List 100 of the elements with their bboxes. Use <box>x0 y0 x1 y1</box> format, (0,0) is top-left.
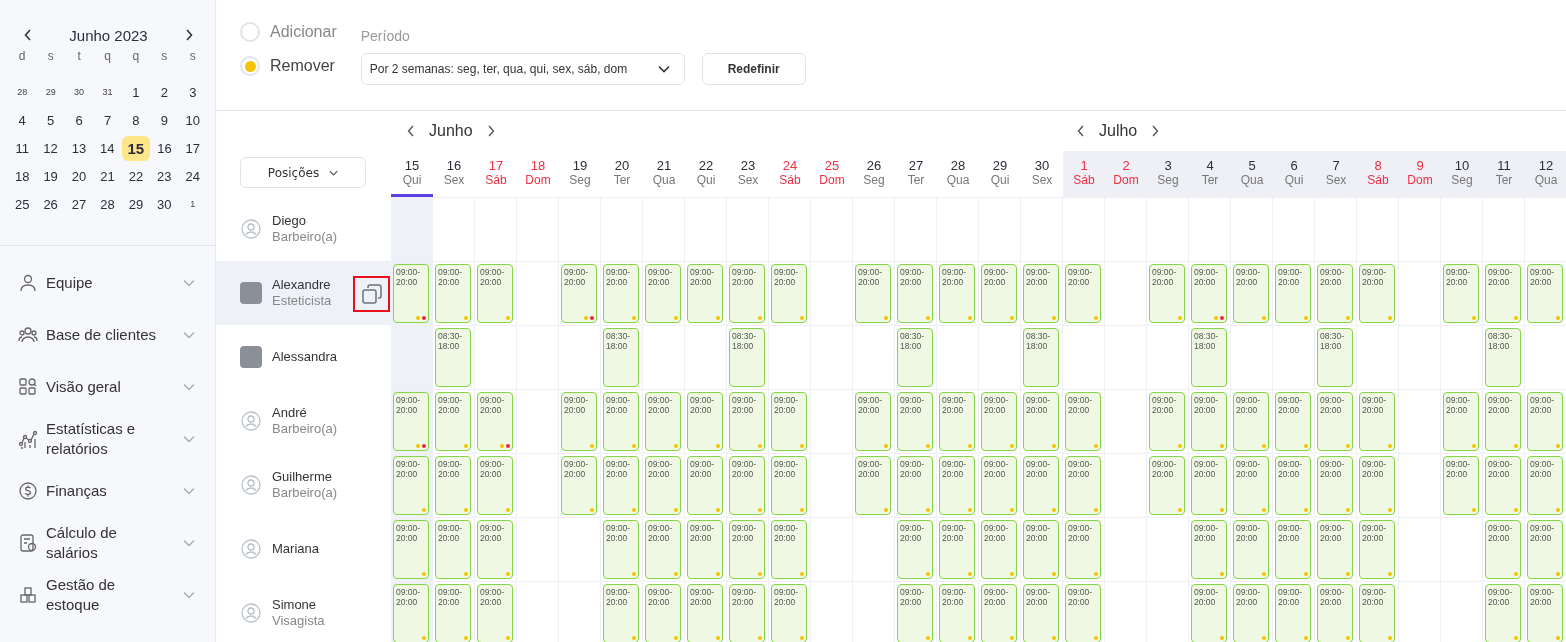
day-header[interactable]: 11 Ter <box>1483 151 1525 197</box>
calendar-day[interactable]: 29 <box>122 192 150 216</box>
calendar-day[interactable]: 8 <box>126 108 146 132</box>
calendar-day[interactable]: 13 <box>65 136 93 160</box>
shift-block[interactable]: 09:00-20:00 <box>1191 392 1227 451</box>
calendar-day[interactable]: 26 <box>37 192 64 216</box>
shift-block[interactable]: 09:00-20:00 <box>1527 456 1563 515</box>
shift-block[interactable]: 08:30-18:00 <box>1191 328 1227 387</box>
day-header[interactable]: 24 Sáb <box>769 151 811 197</box>
shift-block[interactable]: 09:00-20:00 <box>1359 520 1395 579</box>
shift-block[interactable]: 09:00-20:00 <box>1275 456 1311 515</box>
calendar-day[interactable]: 11 <box>9 136 35 160</box>
shift-block[interactable]: 09:00-20:00 <box>603 264 639 323</box>
shift-block[interactable]: 09:00-20:00 <box>1191 520 1227 579</box>
calendar-day[interactable]: 7 <box>97 108 118 132</box>
calendar-day[interactable]: 1 <box>126 80 146 104</box>
calendar-day[interactable]: 29 <box>39 83 62 101</box>
calendar-day[interactable]: 27 <box>65 192 93 216</box>
calendar-day[interactable]: 28 <box>11 83 34 101</box>
shift-block[interactable]: 09:00-20:00 <box>477 584 513 642</box>
shift-block[interactable]: 09:00-20:00 <box>687 584 723 642</box>
shift-block[interactable]: 09:00-20:00 <box>729 456 765 515</box>
calendar-day[interactable]: 5 <box>41 108 61 132</box>
radio-button[interactable] <box>240 22 260 42</box>
shift-block[interactable]: 09:00-20:00 <box>981 392 1017 451</box>
day-header[interactable]: 22 Qui <box>685 151 727 197</box>
calendar-day[interactable]: 30 <box>68 83 91 101</box>
shift-block[interactable]: 09:00-20:00 <box>603 584 639 642</box>
shift-block[interactable]: 09:00-20:00 <box>645 456 681 515</box>
day-header[interactable]: 18 Dom <box>517 151 559 197</box>
shift-block[interactable]: 09:00-20:00 <box>645 520 681 579</box>
sidebar-item[interactable]: Finanças <box>0 467 215 515</box>
shift-block[interactable]: 09:00-20:00 <box>1065 392 1101 451</box>
calendar-day[interactable]: 3 <box>183 80 203 104</box>
sidebar-item[interactable]: Base de clientes <box>0 311 215 359</box>
shift-block[interactable]: 09:00-20:00 <box>1233 264 1269 323</box>
shift-block[interactable]: 09:00-20:00 <box>939 584 975 642</box>
shift-block[interactable]: 09:00-20:00 <box>1485 392 1521 451</box>
shift-block[interactable]: 09:00-20:00 <box>1023 392 1059 451</box>
shift-block[interactable]: 09:00-20:00 <box>435 264 471 323</box>
shift-block[interactable]: 09:00-20:00 <box>1065 584 1101 642</box>
shift-block[interactable]: 09:00-20:00 <box>939 264 975 323</box>
radio-button[interactable] <box>240 56 260 76</box>
day-header[interactable]: 10 Seg <box>1441 151 1483 197</box>
shift-block[interactable]: 09:00-20:00 <box>1023 584 1059 642</box>
shift-block[interactable]: 09:00-20:00 <box>1317 392 1353 451</box>
shift-block[interactable]: 09:00-20:00 <box>1359 456 1395 515</box>
day-header[interactable]: 8 Sáb <box>1357 151 1399 197</box>
shift-block[interactable]: 09:00-20:00 <box>1233 392 1269 451</box>
day-header[interactable]: 28 Qua <box>937 151 979 197</box>
shift-block[interactable]: 09:00-20:00 <box>981 584 1017 642</box>
day-header[interactable]: 20 Ter <box>601 151 643 197</box>
day-header[interactable]: 1 Sáb <box>1063 151 1105 197</box>
day-header[interactable]: 6 Qui <box>1273 151 1315 197</box>
shift-block[interactable]: 09:00-20:00 <box>1485 456 1521 515</box>
calendar-day[interactable]: 19 <box>37 164 64 188</box>
shift-block[interactable]: 09:00-20:00 <box>1443 392 1479 451</box>
shift-block[interactable]: 09:00-20:00 <box>855 392 891 451</box>
staff-row[interactable]: Simone Visagista <box>216 581 391 642</box>
shift-block[interactable]: 09:00-20:00 <box>1191 264 1227 323</box>
shift-block[interactable]: 09:00-20:00 <box>435 456 471 515</box>
shift-block[interactable]: 09:00-20:00 <box>1317 520 1353 579</box>
calendar-day[interactable]: 23 <box>151 164 178 188</box>
calendar-day[interactable]: 6 <box>69 108 89 132</box>
shift-block[interactable]: 09:00-20:00 <box>1065 520 1101 579</box>
calendar-day[interactable]: 30 <box>151 192 178 216</box>
shift-block[interactable]: 09:00-20:00 <box>1023 456 1059 515</box>
day-header[interactable]: 9 Dom <box>1399 151 1441 197</box>
shift-block[interactable]: 09:00-20:00 <box>1275 584 1311 642</box>
shift-block[interactable]: 09:00-20:00 <box>1359 584 1395 642</box>
day-header[interactable]: 17 Sáb <box>475 151 517 197</box>
shift-block[interactable]: 09:00-20:00 <box>561 456 597 515</box>
shift-block[interactable]: 08:30-18:00 <box>603 328 639 387</box>
shift-block[interactable]: 09:00-20:00 <box>1149 456 1185 515</box>
shift-block[interactable]: 09:00-20:00 <box>1233 520 1269 579</box>
shift-block[interactable]: 09:00-20:00 <box>477 392 513 451</box>
shift-block[interactable]: 09:00-20:00 <box>435 520 471 579</box>
shift-block[interactable]: 09:00-20:00 <box>1527 584 1563 642</box>
calendar-day[interactable]: 21 <box>94 164 121 188</box>
sidebar-item[interactable]: Visão geral <box>0 363 215 411</box>
shift-block[interactable]: 09:00-20:00 <box>771 456 807 515</box>
shift-block[interactable]: 09:00-20:00 <box>729 392 765 451</box>
shift-block[interactable]: 09:00-20:00 <box>687 392 723 451</box>
day-header[interactable]: 19 Seg <box>559 151 601 197</box>
shift-block[interactable]: 09:00-20:00 <box>771 264 807 323</box>
shift-block[interactable]: 08:30-18:00 <box>1023 328 1059 387</box>
shift-block[interactable]: 09:00-20:00 <box>1191 456 1227 515</box>
calendar-day[interactable]: 1 <box>184 195 202 213</box>
shift-block[interactable]: 09:00-20:00 <box>1233 584 1269 642</box>
shift-block[interactable]: 09:00-20:00 <box>1275 392 1311 451</box>
copy-button[interactable] <box>353 276 390 312</box>
day-header[interactable]: 4 Ter <box>1189 151 1231 197</box>
calendar-day[interactable]: 25 <box>8 192 36 216</box>
shift-block[interactable]: 09:00-20:00 <box>1317 456 1353 515</box>
shift-block[interactable]: 09:00-20:00 <box>687 264 723 323</box>
shift-block[interactable]: 09:00-20:00 <box>687 456 723 515</box>
shift-block[interactable]: 09:00-20:00 <box>939 392 975 451</box>
day-header[interactable]: 7 Sex <box>1315 151 1357 197</box>
shift-block[interactable]: 09:00-20:00 <box>435 584 471 642</box>
shift-block[interactable]: 09:00-20:00 <box>1275 520 1311 579</box>
